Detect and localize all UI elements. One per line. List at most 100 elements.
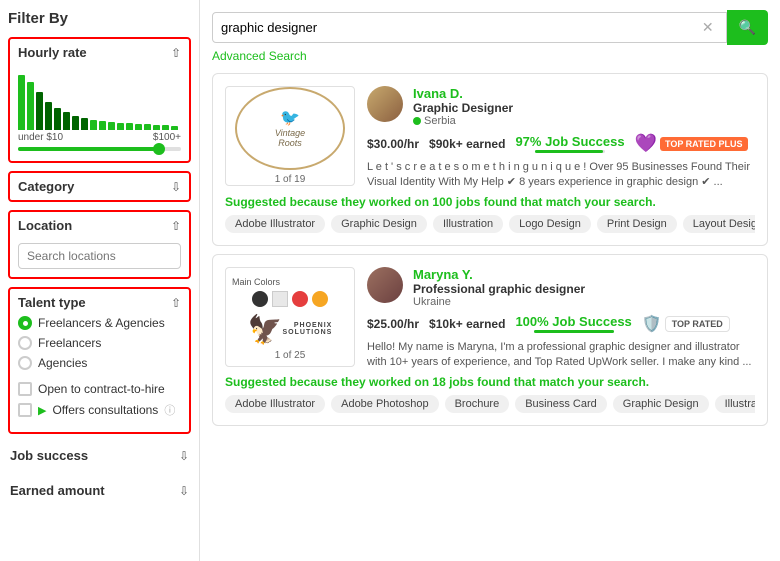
talent-option-agencies[interactable]: Agencies: [18, 356, 181, 370]
video-icon: ▶: [38, 404, 46, 417]
phoenix-logo-wrap: 🦅 PHOENIXSOLUTIONS: [244, 313, 337, 346]
tag-2-5[interactable]: Graphic Design: [613, 395, 709, 413]
card-1-top: 🐦 VintageRoots 1 of 19 Ivana D. Graphic …: [225, 86, 755, 195]
category-header[interactable]: Category ⇩: [10, 173, 189, 200]
tags-1: Adobe Illustrator Graphic Design Illustr…: [225, 215, 755, 233]
tag-1-1[interactable]: Adobe Illustrator: [225, 215, 325, 233]
card-2-counter: 1 of 25: [275, 350, 306, 361]
talent-type-filter: Talent type ⇧ Freelancers & Agencies Fre…: [8, 287, 191, 434]
histogram-bars: [18, 70, 181, 130]
bar-4: [45, 102, 52, 130]
clear-icon[interactable]: ✕: [702, 19, 714, 36]
color-swatches: [246, 291, 334, 307]
earned-amount-label: Earned amount: [10, 483, 105, 498]
talent-type-chevron: ⇧: [171, 296, 181, 310]
card-1-stats: $30.00/hr $90k+ earned 97% Job Success: [367, 133, 755, 154]
job-success-header[interactable]: Job success ⇩: [8, 442, 191, 469]
talent-type-header[interactable]: Talent type ⇧: [10, 289, 189, 316]
job-success-filter: Job success ⇩: [8, 442, 191, 469]
bar-18: [171, 126, 178, 130]
talent-option-label-1: Freelancers & Agencies: [38, 316, 165, 330]
location-header[interactable]: Location ⇧: [10, 212, 189, 239]
tag-1-2[interactable]: Graphic Design: [331, 215, 427, 233]
top-rated-text-2: TOP RATED: [665, 316, 730, 332]
card-2-info: Maryna Y. Professional graphic designer …: [367, 267, 755, 375]
card-1-avatar: [367, 86, 403, 122]
tag-2-4[interactable]: Business Card: [515, 395, 607, 413]
tag-1-3[interactable]: Illustration: [433, 215, 503, 233]
tag-2-3[interactable]: Brochure: [445, 395, 510, 413]
hourly-rate-filter: Hourly rate ⇧: [8, 37, 191, 163]
swatch-light: [272, 291, 288, 307]
tag-2-2[interactable]: Adobe Photoshop: [331, 395, 438, 413]
freelancer-card-1: 🐦 VintageRoots 1 of 19 Ivana D. Graphic …: [212, 73, 768, 246]
bar-3: [36, 92, 43, 130]
hourly-rate-header[interactable]: Hourly rate ⇧: [10, 39, 189, 66]
job-success-stat-2: 100% Job Success: [515, 314, 631, 333]
job-success-bar-1: [535, 150, 605, 153]
tag-1-4[interactable]: Logo Design: [509, 215, 591, 233]
bar-11: [108, 122, 115, 130]
tag-2-6[interactable]: Illustration: [715, 395, 755, 413]
slider-thumb[interactable]: [153, 143, 165, 155]
phoenix-icon: 🦅: [248, 313, 283, 346]
online-dot-1: [413, 117, 421, 125]
slider-fill: [18, 147, 157, 151]
card-2-desc: Hello! My name is Maryna, I'm a professi…: [367, 340, 755, 371]
category-filter: Category ⇩: [8, 171, 191, 202]
search-button[interactable]: 🔍: [727, 10, 768, 45]
bar-2: [27, 82, 34, 130]
bar-12: [117, 123, 124, 130]
earned-amount-chevron: ⇩: [179, 484, 189, 498]
help-icon[interactable]: ⓘ: [164, 402, 175, 418]
bar-10: [99, 121, 106, 130]
freelancer-1-name[interactable]: Ivana D.: [413, 86, 755, 101]
job-success-stat-1: 97% Job Success: [515, 134, 624, 153]
tags-2: Adobe Illustrator Adobe Photoshop Brochu…: [225, 395, 755, 413]
freelancer-2-name-wrap: Maryna Y. Professional graphic designer …: [413, 267, 755, 308]
main-content: ✕ 🔍 Advanced Search 🐦 VintageRoots 1 of …: [200, 0, 780, 561]
freelancer-1-location: Serbia: [413, 115, 755, 127]
freelancer-2-title: Professional graphic designer: [413, 282, 755, 296]
stat-rate-1: $30.00/hr: [367, 136, 419, 151]
tag-1-5[interactable]: Print Design: [597, 215, 677, 233]
contract-label: Open to contract-to-hire: [38, 382, 165, 396]
stat-earned-1: $90k+ earned: [429, 136, 505, 151]
hist-min-label: under $10: [18, 132, 63, 143]
radio-freelancers: [18, 336, 32, 350]
talent-option-freelancers[interactable]: Freelancers: [18, 336, 181, 350]
tag-1-6[interactable]: Layout Design: [683, 215, 755, 233]
swatch-red: [292, 291, 308, 307]
card-2-logo: Main Colors 🦅 PHOENIXSOLUTIONS 1 of 25: [225, 267, 355, 367]
top-rated-badge-2: 🛡️ TOP RATED: [642, 314, 730, 334]
talent-type-label: Talent type: [18, 295, 86, 310]
card-1-desc: L e t ' s c r e a t e s o m e t h i n g …: [367, 160, 755, 191]
card-1-logo-circle: 🐦 VintageRoots: [235, 87, 345, 170]
job-success-fill-2: [534, 330, 614, 333]
freelancer-2-name[interactable]: Maryna Y.: [413, 267, 755, 282]
talent-option-freelancers-agencies[interactable]: Freelancers & Agencies: [18, 316, 181, 330]
advanced-search-link[interactable]: Advanced Search: [212, 49, 768, 63]
freelancer-2-location: Ukraine: [413, 296, 755, 308]
histogram: under $10 $100+: [10, 66, 189, 161]
location-search-input[interactable]: [18, 243, 181, 269]
earned-amount-header[interactable]: Earned amount ⇩: [8, 477, 191, 504]
swatch-orange: [312, 291, 328, 307]
job-success-label: Job success: [10, 448, 88, 463]
search-input[interactable]: [221, 13, 702, 42]
bar-5: [54, 108, 61, 130]
card-1-header: Ivana D. Graphic Designer Serbia: [367, 86, 755, 127]
offers-consultations-option[interactable]: ▶ Offers consultations ⓘ: [18, 402, 181, 418]
hourly-rate-label: Hourly rate: [18, 45, 87, 60]
location-label: Location: [18, 218, 72, 233]
radio-agencies: [18, 356, 32, 370]
stat-rate-2: $25.00/hr: [367, 316, 419, 331]
bar-15: [144, 124, 151, 130]
contract-to-hire-option[interactable]: Open to contract-to-hire: [18, 382, 181, 396]
suggested-text-1: Suggested because they worked on 100 job…: [225, 195, 755, 209]
slider-track[interactable]: [18, 147, 181, 151]
stat-earned-2: $10k+ earned: [429, 316, 505, 331]
bar-13: [126, 123, 133, 130]
bar-6: [63, 112, 70, 130]
tag-2-1[interactable]: Adobe Illustrator: [225, 395, 325, 413]
